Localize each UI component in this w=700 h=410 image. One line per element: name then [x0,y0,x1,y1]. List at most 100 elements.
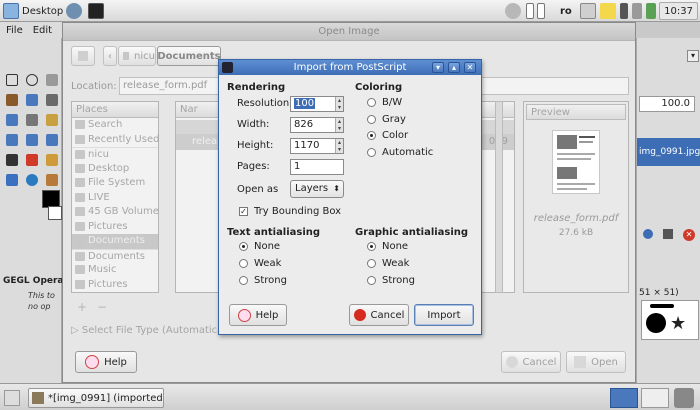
layer-icon[interactable] [643,229,653,239]
bounding-box-checkbox[interactable]: ✓ Try Bounding Box [239,206,341,217]
graphic-aa-strong-radio[interactable] [367,276,376,285]
wand-icon[interactable] [6,94,18,106]
place-documents[interactable]: Documents [72,248,158,264]
eraser-icon[interactable] [26,154,38,166]
width-input[interactable]: 826 ▴ ▾ [290,117,344,133]
resolution-spinner[interactable]: ▴ ▾ [335,97,343,111]
coloring-color[interactable]: Color [367,130,408,141]
coloring-bw-radio[interactable] [367,98,376,107]
graphic-aa-none-radio[interactable] [367,242,376,251]
measure-icon[interactable] [46,114,58,126]
battery-icon[interactable] [646,3,656,19]
network-icon[interactable] [632,3,642,19]
import-cancel-button[interactable]: Cancel [349,304,409,326]
background-color[interactable] [48,206,62,220]
text-aa-strong-radio[interactable] [239,276,248,285]
place-pictures-2[interactable]: Pictures [72,278,158,293]
graphic-aa-weak-radio[interactable] [367,259,376,268]
import-help-button[interactable]: Help [229,304,287,326]
close-button[interactable]: ✕ [464,62,476,73]
menu-file[interactable]: File [6,25,23,36]
crumb-documents[interactable]: Documents [157,46,221,66]
open-button[interactable]: Open [566,351,626,373]
delete-icon[interactable]: ✕ [683,229,695,241]
menu-edit[interactable]: Edit [33,25,52,36]
open-help-button[interactable]: Help [75,351,137,373]
path-icon[interactable] [26,114,38,126]
open-cancel-button[interactable]: Cancel [501,351,561,373]
bluetooth-icon[interactable] [620,3,628,19]
bucket-icon[interactable] [6,174,18,186]
place-pictures[interactable]: Pictures [72,220,158,235]
graphic-aa-weak[interactable]: Weak [367,258,409,269]
import-button[interactable]: Import [414,304,474,326]
text-aa-none[interactable]: None [239,241,280,252]
file-list-scrollbar[interactable] [495,101,503,293]
brush-stroke-icon[interactable] [650,304,674,308]
coloring-automatic-radio[interactable] [367,148,376,157]
text-aa-weak-radio[interactable] [239,259,248,268]
flip-icon[interactable] [46,134,58,146]
clock[interactable]: 10:37 [659,2,698,20]
desktop-label[interactable]: Desktop [22,3,63,19]
coloring-gray-radio[interactable] [367,115,376,124]
text-aa-weak[interactable]: Weak [239,258,281,269]
add-place-icon[interactable]: + [77,300,87,314]
crumb-home[interactable]: nicu [118,46,156,66]
desktop-icon[interactable] [3,3,19,19]
width-spinner[interactable]: ▴ ▾ [335,118,343,132]
image-list-item[interactable]: img_0991.jpg [637,138,700,166]
update-icon[interactable] [505,3,521,19]
task-button[interactable]: *[img_0991] (imported)-... [28,388,164,408]
open-as-select[interactable]: Layers ⬍ [290,180,344,198]
scissors-icon[interactable] [26,94,38,106]
show-desktop-icon[interactable] [4,390,20,406]
lasso-icon[interactable] [46,74,58,86]
remove-place-icon[interactable]: − [97,300,107,314]
place-music[interactable]: Music [72,263,158,278]
workspace-switcher-2[interactable] [641,388,669,408]
place-search[interactable]: Search [72,118,158,133]
clone-icon[interactable] [46,154,58,166]
pages-input[interactable]: 1 [290,159,344,175]
resolution-input[interactable]: 100 ▴ ▾ [290,96,344,112]
window-menu-icon[interactable] [222,62,233,73]
chevron-down-icon[interactable]: ▾ [687,50,699,62]
smudge-icon[interactable] [46,174,58,186]
bounding-box-check[interactable]: ✓ [239,207,248,216]
place-recent[interactable]: Recently Used [72,133,159,148]
graphic-aa-strong[interactable]: Strong [367,275,415,286]
brush-circle-icon[interactable] [646,313,666,333]
place-live[interactable]: LIVE [72,191,158,206]
height-input[interactable]: 1170 ▴ ▾ [290,138,344,154]
brushes-grid[interactable]: ★ [641,300,699,340]
place-volume[interactable]: 45 GB Volume [72,205,159,220]
notes-icon[interactable] [600,3,616,19]
maximize-button[interactable]: ▴ [448,62,460,73]
coloring-color-radio[interactable] [367,131,376,140]
terminal-icon[interactable] [88,3,104,19]
place-filesystem[interactable]: File System [72,176,158,191]
text-aa-strong[interactable]: Strong [239,275,287,286]
keyboard-indicator[interactable]: ro [560,3,572,19]
workspace-switcher-1[interactable] [610,388,638,408]
brush-icon[interactable] [6,154,18,166]
scale-icon[interactable] [6,134,18,146]
rotate-icon[interactable] [26,134,38,146]
select-file-type-expander[interactable]: ▷ Select File Type (Automatically [71,325,235,336]
graphic-aa-none[interactable]: None [367,241,408,252]
place-home[interactable]: nicu [72,147,158,162]
text-aa-none-radio[interactable] [239,242,248,251]
place-desktop[interactable]: Desktop [72,162,158,177]
coloring-bw[interactable]: B/W [367,97,402,108]
minimize-button[interactable]: ▾ [432,62,444,73]
trash-icon[interactable] [674,388,694,408]
anchor-icon[interactable] [663,229,673,239]
globe-icon[interactable] [66,3,82,19]
move-icon[interactable] [6,114,18,126]
coloring-automatic[interactable]: Automatic [367,147,433,158]
workspace-2-icon[interactable] [537,3,545,19]
brush-star-icon[interactable]: ★ [670,315,686,333]
places-header[interactable]: Places [72,102,158,118]
zoom-field[interactable]: 100.0 [639,96,695,112]
